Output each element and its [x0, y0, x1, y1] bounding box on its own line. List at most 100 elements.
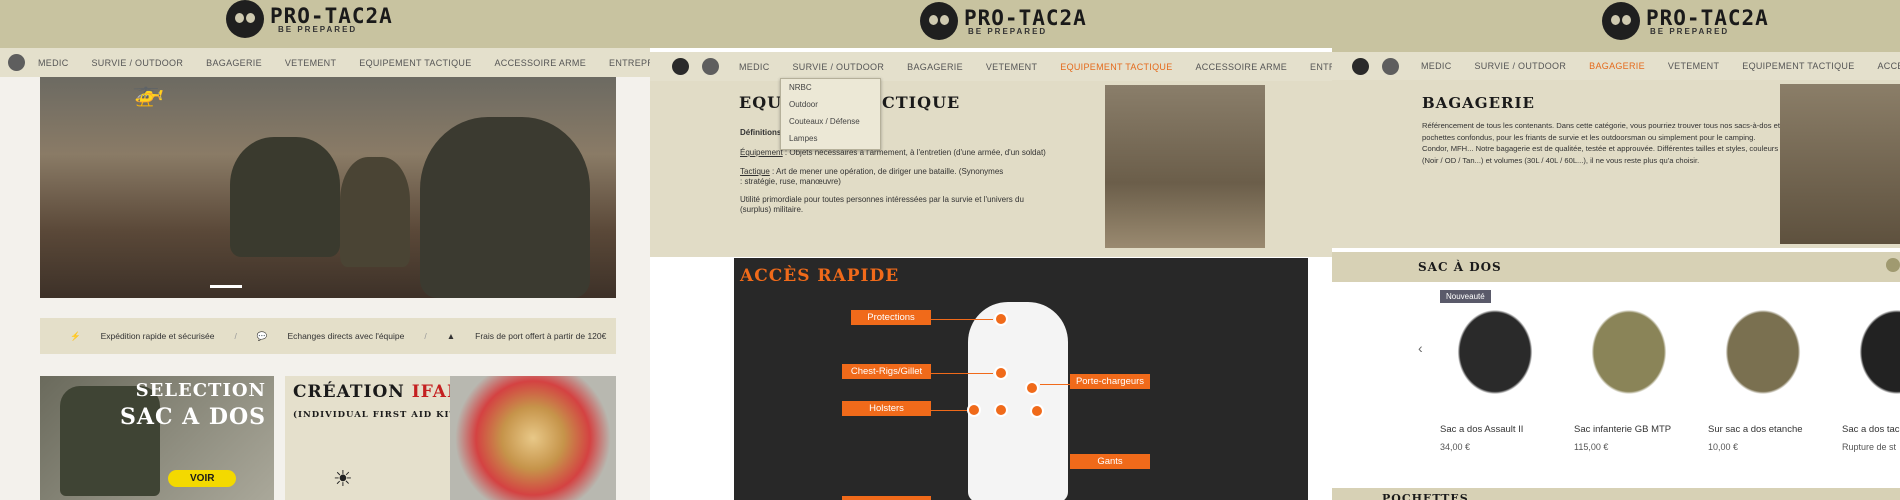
nav-survie[interactable]: SURVIE / OUTDOOR — [92, 58, 184, 68]
combat-casualty-patch-image — [450, 376, 616, 500]
nav-survie[interactable]: SURVIE / OUTDOOR — [1475, 61, 1567, 71]
quick-link-chest-rigs[interactable]: Chest-Rigs/Gillet — [842, 364, 931, 379]
submenu-couteaux[interactable]: Couteaux / Défense — [781, 113, 880, 130]
features-bar: ⚡ Expédition rapide et sécurisée / 💬 Ech… — [40, 318, 616, 354]
brand-logo[interactable]: PRO-TAC2A BE PREPARED — [1602, 2, 1769, 40]
intro-section: BAGAGERIE Référencement de tous les cont… — [1332, 80, 1900, 248]
nav-equipement[interactable]: EQUIPEMENT TACTIQUE — [359, 58, 471, 68]
description-line: (Noir / OD / Tan...) et volumes (30L / 4… — [1422, 155, 1700, 165]
submenu-lampes[interactable]: Lampes — [781, 130, 880, 147]
product-card[interactable]: Sac a dos tac Rupture de st — [1842, 290, 1900, 452]
header-bar: PRO-TAC2A BE PREPARED — [650, 0, 1332, 48]
section-nav-icon[interactable] — [1886, 258, 1900, 272]
soldiers-image — [1780, 84, 1900, 244]
definition-3-cont: (surplus) militaire. — [740, 205, 804, 214]
product-image[interactable] — [1708, 290, 1818, 414]
chat-icon: 💬 — [256, 330, 268, 341]
nav-bagagerie[interactable]: BAGAGERIE — [1589, 61, 1645, 71]
nav-accessoire[interactable]: ACCESSOIRE ARME — [495, 58, 587, 68]
submenu-nrbc[interactable]: NRBC — [781, 79, 880, 96]
carousel-prev-icon[interactable]: ‹ — [1418, 340, 1423, 356]
connector-line — [931, 319, 993, 320]
home-panel: PRO-TAC2A BE PREPARED MEDIC SURVIE / OUT… — [0, 0, 650, 500]
hotspot-chest-rig[interactable] — [994, 366, 1008, 380]
nav-equipement[interactable]: EQUIPEMENT TACTIQUE — [1060, 62, 1172, 72]
promo-title-1: SELECTION — [135, 380, 266, 401]
nav-vetement[interactable]: VETEMENT — [285, 58, 336, 68]
quick-link-holsters[interactable]: Holsters — [842, 401, 931, 416]
description-line: Référencement de tous les contenants. Da… — [1422, 121, 1780, 130]
nav-equipement[interactable]: EQUIPEMENT TACTIQUE — [1742, 61, 1854, 71]
quick-link-more[interactable] — [842, 496, 931, 500]
hotspot-holsters-2[interactable] — [994, 403, 1008, 417]
brand-name: PRO-TAC2A — [1646, 5, 1769, 30]
lightning-icon: ⚡ — [70, 330, 81, 341]
ifak-subtitle: (INDIVIDUAL FIRST AID KIT) — [293, 410, 462, 420]
product-image[interactable] — [1440, 290, 1550, 414]
nav-entreprise[interactable]: ENTREPRISE — [1310, 62, 1332, 72]
section-title: SAC À DOS — [1418, 260, 1502, 274]
product-image[interactable] — [1574, 290, 1684, 414]
submenu-dropdown: NRBC Outdoor Couteaux / Défense Lampes — [780, 78, 881, 150]
definition-2-cont: : stratégie, ruse, manœuvre) — [740, 177, 841, 186]
product-card[interactable]: Nouveauté Sac a dos Assault II 34,00 € — [1440, 290, 1550, 452]
nav-bagagerie[interactable]: BAGAGERIE — [206, 58, 262, 68]
promo-ifak-card[interactable]: CRÉATION IFAK (INDIVIDUAL FIRST AID KIT)… — [285, 376, 616, 500]
nav-vetement[interactable]: VETEMENT — [1668, 61, 1719, 71]
skull-logo-icon — [1602, 2, 1640, 40]
nav-bagagerie[interactable]: BAGAGERIE — [907, 62, 963, 72]
account-icon[interactable] — [1382, 57, 1399, 75]
hotspot-protections[interactable] — [994, 312, 1008, 326]
soldier-image — [340, 157, 410, 267]
hotspot-gants[interactable] — [1030, 404, 1044, 418]
nav-survie[interactable]: SURVIE / OUTDOOR — [793, 62, 885, 72]
hotspot-porte-chargeurs[interactable] — [1025, 381, 1039, 395]
product-card[interactable]: Sac infanterie GB MTP 115,00 € — [1574, 290, 1684, 452]
product-name[interactable]: Sac a dos Assault II — [1440, 424, 1550, 435]
bagagerie-panel: PRO-TAC2A BE PREPARED MEDIC SURVIE / OUT… — [1332, 0, 1900, 500]
nav-medic[interactable]: MEDIC — [1421, 61, 1452, 71]
skull-icon[interactable] — [1352, 57, 1369, 75]
quick-access-title: ACCÈS RAPIDE — [740, 266, 900, 286]
account-icon[interactable] — [8, 54, 25, 71]
quick-link-protections[interactable]: Protections — [851, 310, 931, 325]
skull-icon[interactable] — [672, 58, 689, 75]
product-card[interactable]: Sur sac a dos etanche 10,00 € — [1708, 290, 1818, 452]
section-header-bar: POCHETTES — [1332, 488, 1900, 500]
promo-title-2: SAC A DOS — [120, 404, 266, 430]
helicopter-image: 🚁 — [132, 77, 165, 107]
definition-2: Tactique : Art de mener une opération, d… — [740, 167, 1003, 176]
ifak-title-a: CRÉATION — [293, 382, 412, 402]
description-line: Condor, MFH... Notre bagagerie est de qu… — [1422, 144, 1779, 153]
nav-medic[interactable]: MEDIC — [739, 62, 770, 72]
nav-accessoire[interactable]: ACCESSOIRE ARME — [1878, 61, 1900, 71]
product-image[interactable] — [1842, 290, 1900, 414]
skull-logo-icon — [226, 0, 264, 38]
slide-indicator[interactable] — [210, 285, 242, 288]
hotspot-holsters[interactable] — [967, 403, 981, 417]
feature-exchange: Echanges directs avec l'équipe — [287, 331, 405, 341]
product-name[interactable]: Sur sac a dos etanche — [1708, 424, 1818, 435]
nav-vetement[interactable]: VETEMENT — [986, 62, 1037, 72]
section-title: POCHETTES — [1382, 492, 1469, 500]
quick-link-gants[interactable]: Gants — [1070, 454, 1150, 469]
hero-slideshow[interactable]: 🚁 — [40, 77, 616, 298]
product-name[interactable]: Sac infanterie GB MTP — [1574, 424, 1684, 435]
brand-logo[interactable]: PRO-TAC2A BE PREPARED — [226, 0, 393, 38]
brand-name: PRO-TAC2A — [270, 3, 393, 28]
brand-name: PRO-TAC2A — [964, 5, 1087, 30]
brand-logo[interactable]: PRO-TAC2A BE PREPARED — [920, 2, 1087, 40]
nav-medic[interactable]: MEDIC — [38, 58, 69, 68]
nav-accessoire[interactable]: ACCESSOIRE ARME — [1196, 62, 1288, 72]
def2-text: : Art de mener une opération, de diriger… — [769, 167, 1004, 176]
submenu-outdoor[interactable]: Outdoor — [781, 96, 880, 113]
feature-shipping: Expédition rapide et sécurisée — [100, 331, 215, 341]
header-bar: PRO-TAC2A BE PREPARED — [1332, 0, 1900, 52]
main-nav: MEDIC SURVIE / OUTDOOR BAGAGERIE VETEMEN… — [650, 52, 1332, 81]
nav-entreprise[interactable]: ENTREPRISE — [609, 58, 650, 68]
product-name[interactable]: Sac a dos tac — [1842, 424, 1900, 435]
promo-backpack-card[interactable]: SELECTION SAC A DOS VOIR — [40, 376, 274, 500]
voir-button[interactable]: VOIR — [168, 470, 237, 487]
quick-link-porte-chargeurs[interactable]: Porte-chargeurs — [1070, 374, 1150, 389]
account-icon[interactable] — [702, 58, 719, 75]
